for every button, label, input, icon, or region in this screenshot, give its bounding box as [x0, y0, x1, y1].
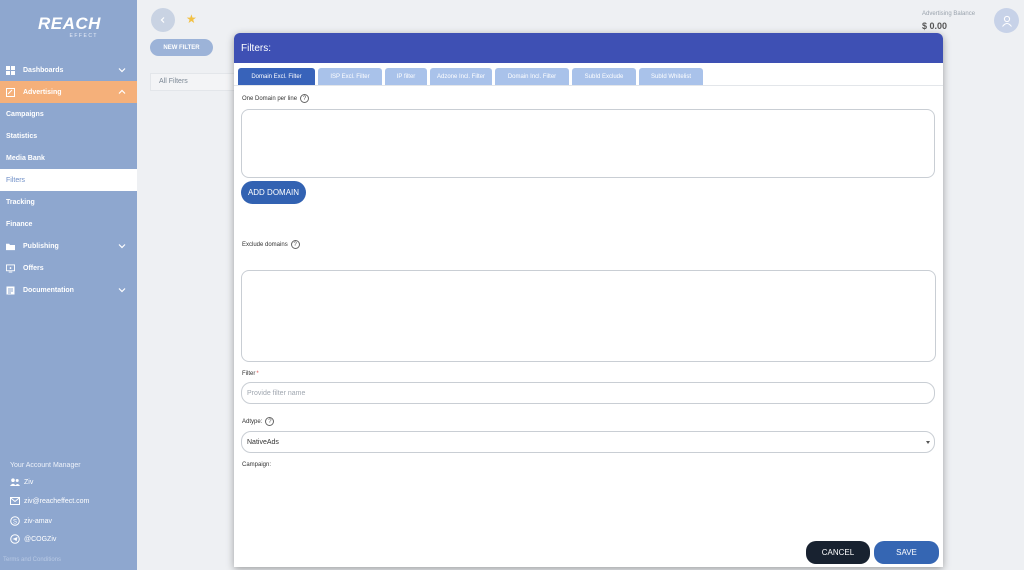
tab-adzone-incl-filter[interactable]: Adzone Incl. Filter: [430, 68, 492, 85]
domain-per-line-text: One Domain per line: [242, 95, 298, 102]
cancel-button[interactable]: CANCEL: [806, 541, 870, 564]
save-button[interactable]: SAVE: [874, 541, 939, 564]
manager-telegram: @COGZiv: [24, 535, 57, 543]
chevron-down-icon: [118, 68, 126, 73]
sidebar-item-label: Documentation: [23, 286, 74, 294]
modal-title: Filters:: [234, 33, 943, 63]
favorite-star-icon[interactable]: ★: [186, 13, 197, 25]
dashboard-icon: [6, 65, 15, 75]
filters-modal: Filters: Domain Excl. Filter ISP Excl. F…: [234, 33, 943, 567]
chevron-down-icon: [118, 288, 126, 293]
tab-domain-incl-filter[interactable]: Domain Incl. Filter: [495, 68, 569, 85]
sidebar-item-label: Publishing: [23, 242, 59, 250]
all-filters-select[interactable]: All Filters: [150, 73, 238, 91]
tab-domain-excl-filter[interactable]: Domain Excl. Filter: [238, 68, 315, 85]
back-button[interactable]: [151, 8, 175, 32]
tab-isp-excl-filter[interactable]: ISP Excl. Filter: [318, 68, 382, 85]
logo-sub-text: EFFECT: [69, 33, 98, 39]
help-icon[interactable]: ?: [265, 417, 275, 426]
brand-logo[interactable]: REACH EFFECT: [38, 15, 100, 39]
sidebar-item-label: Filters: [6, 176, 26, 184]
tab-ip-filter[interactable]: IP filter: [385, 68, 427, 85]
sidebar-item-label: Dashboards: [23, 66, 64, 74]
telegram-icon: [10, 534, 20, 544]
sidebar-item-filters[interactable]: Filters: [0, 169, 137, 191]
tab-divider: [234, 85, 943, 86]
sidebar-item-statistics[interactable]: Statistics: [0, 125, 137, 147]
sidebar-item-label: Offers: [23, 264, 44, 272]
offers-icon: [6, 263, 15, 273]
sidebar-item-advertising[interactable]: Advertising: [0, 81, 137, 103]
sidebar-item-dashboards[interactable]: Dashboards: [0, 59, 137, 81]
skype-icon: S: [10, 516, 20, 526]
campaign-text: Campaign:: [242, 462, 272, 468]
sidebar-item-label: Media Bank: [6, 154, 45, 162]
manager-name-row: Ziv: [10, 478, 33, 486]
avatar[interactable]: [994, 8, 1019, 33]
people-icon: [10, 478, 20, 486]
logo-main-text: REACH: [38, 14, 101, 33]
sidebar-item-label: Advertising: [23, 88, 62, 96]
add-domain-button[interactable]: ADD DOMAIN: [241, 181, 306, 204]
manager-email-row[interactable]: ziv@reacheffect.com: [10, 497, 89, 505]
folder-icon: [6, 242, 15, 251]
manager-skype: ziv-amav: [24, 517, 53, 525]
terms-link[interactable]: Terms and Conditions: [3, 557, 61, 563]
sidebar-item-offers[interactable]: Offers: [0, 257, 137, 279]
new-filter-button[interactable]: NEW FILTER: [150, 39, 213, 56]
manager-skype-row[interactable]: S ziv-amav: [10, 516, 52, 526]
domain-per-line-label: One Domain per line ?: [242, 94, 310, 103]
adtype-value: NativeAds: [247, 438, 279, 446]
exclude-domains-label: Exclude domains ?: [242, 240, 300, 249]
user-icon: [1001, 15, 1012, 27]
chevron-down-icon: [118, 244, 126, 249]
sidebar-item-media-bank[interactable]: Media Bank: [0, 147, 137, 169]
adtype-select[interactable]: NativeAds: [241, 431, 935, 453]
svg-text:S: S: [13, 519, 17, 525]
help-icon[interactable]: ?: [290, 240, 300, 249]
filter-tabs: Domain Excl. Filter ISP Excl. Filter IP …: [238, 68, 706, 85]
email-icon: [10, 497, 20, 505]
account-manager-label: Your Account Manager: [10, 462, 81, 469]
sidebar-nav: Dashboards Advertising Campaigns Statist…: [0, 59, 137, 301]
filter-name-label: Filter *: [242, 371, 259, 377]
sidebar-item-documentation[interactable]: Documentation: [0, 279, 137, 301]
sidebar-item-publishing[interactable]: Publishing: [0, 235, 137, 257]
sidebar-item-label: Campaigns: [6, 110, 44, 118]
required-marker: *: [256, 371, 259, 377]
help-icon[interactable]: ?: [300, 94, 310, 103]
caret-down-icon: [926, 441, 930, 444]
manager-telegram-row[interactable]: @COGZiv: [10, 534, 56, 544]
document-icon: [6, 286, 15, 295]
sidebar-item-label: Statistics: [6, 132, 38, 140]
manager-email: ziv@reacheffect.com: [24, 497, 90, 505]
tab-subid-whitelist[interactable]: SubId Whitelist: [639, 68, 703, 85]
sidebar-item-finance[interactable]: Finance: [0, 213, 137, 235]
adtype-label: Adtype: ?: [242, 417, 275, 426]
sidebar-item-label: Tracking: [6, 198, 35, 206]
balance-label: Advertising Balance: [922, 11, 976, 17]
balance-value: $ 0.00: [922, 21, 948, 31]
sidebar: REACH EFFECT Dashboards Advertising Camp…: [0, 0, 137, 570]
filter-name-text: Filter: [242, 371, 256, 377]
sidebar-item-tracking[interactable]: Tracking: [0, 191, 137, 213]
domains-textarea[interactable]: [241, 109, 935, 178]
exclude-domains-text: Exclude domains: [242, 241, 288, 248]
advertising-icon: [6, 87, 15, 97]
chevron-up-icon: [118, 89, 126, 94]
chevron-left-icon: [160, 17, 165, 23]
manager-name: Ziv: [24, 478, 34, 486]
sidebar-item-campaigns[interactable]: Campaigns: [0, 103, 137, 125]
sidebar-item-label: Finance: [6, 220, 33, 228]
filter-name-input[interactable]: Provide filter name: [241, 382, 935, 404]
adtype-text: Adtype:: [242, 418, 263, 425]
campaign-label: Campaign:: [242, 462, 271, 468]
tab-subid-exclude[interactable]: SubId Exclude: [572, 68, 636, 85]
exclude-domains-textarea[interactable]: [241, 270, 936, 362]
